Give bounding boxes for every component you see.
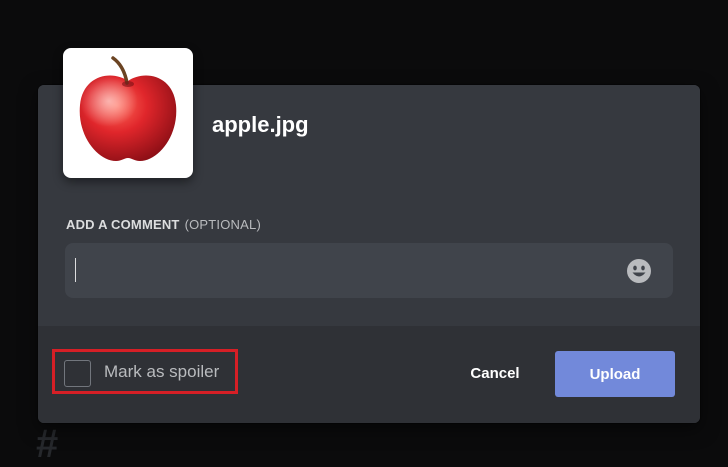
emoji-icon[interactable] [626,258,652,284]
apple-icon [79,56,177,161]
upload-button[interactable]: Upload [555,351,675,397]
spoiler-highlight-box: Mark as spoiler [52,349,238,394]
cancel-button[interactable]: Cancel [453,350,537,396]
text-caret [75,258,76,282]
spoiler-label[interactable]: Mark as spoiler [104,362,219,382]
comment-label-text: ADD A COMMENT [66,217,180,232]
background-channel-text: # [36,422,60,466]
comment-label: ADD A COMMENT (OPTIONAL) [66,217,261,232]
spoiler-checkbox[interactable] [64,360,91,387]
upload-dialog-footer: Mark as spoiler Cancel Upload [38,326,700,423]
comment-input[interactable] [75,255,609,287]
comment-field[interactable] [65,243,673,298]
apple-image-thumbnail [63,48,193,178]
comment-optional-label: (OPTIONAL) [184,217,261,232]
file-name: apple.jpg [212,112,309,137]
